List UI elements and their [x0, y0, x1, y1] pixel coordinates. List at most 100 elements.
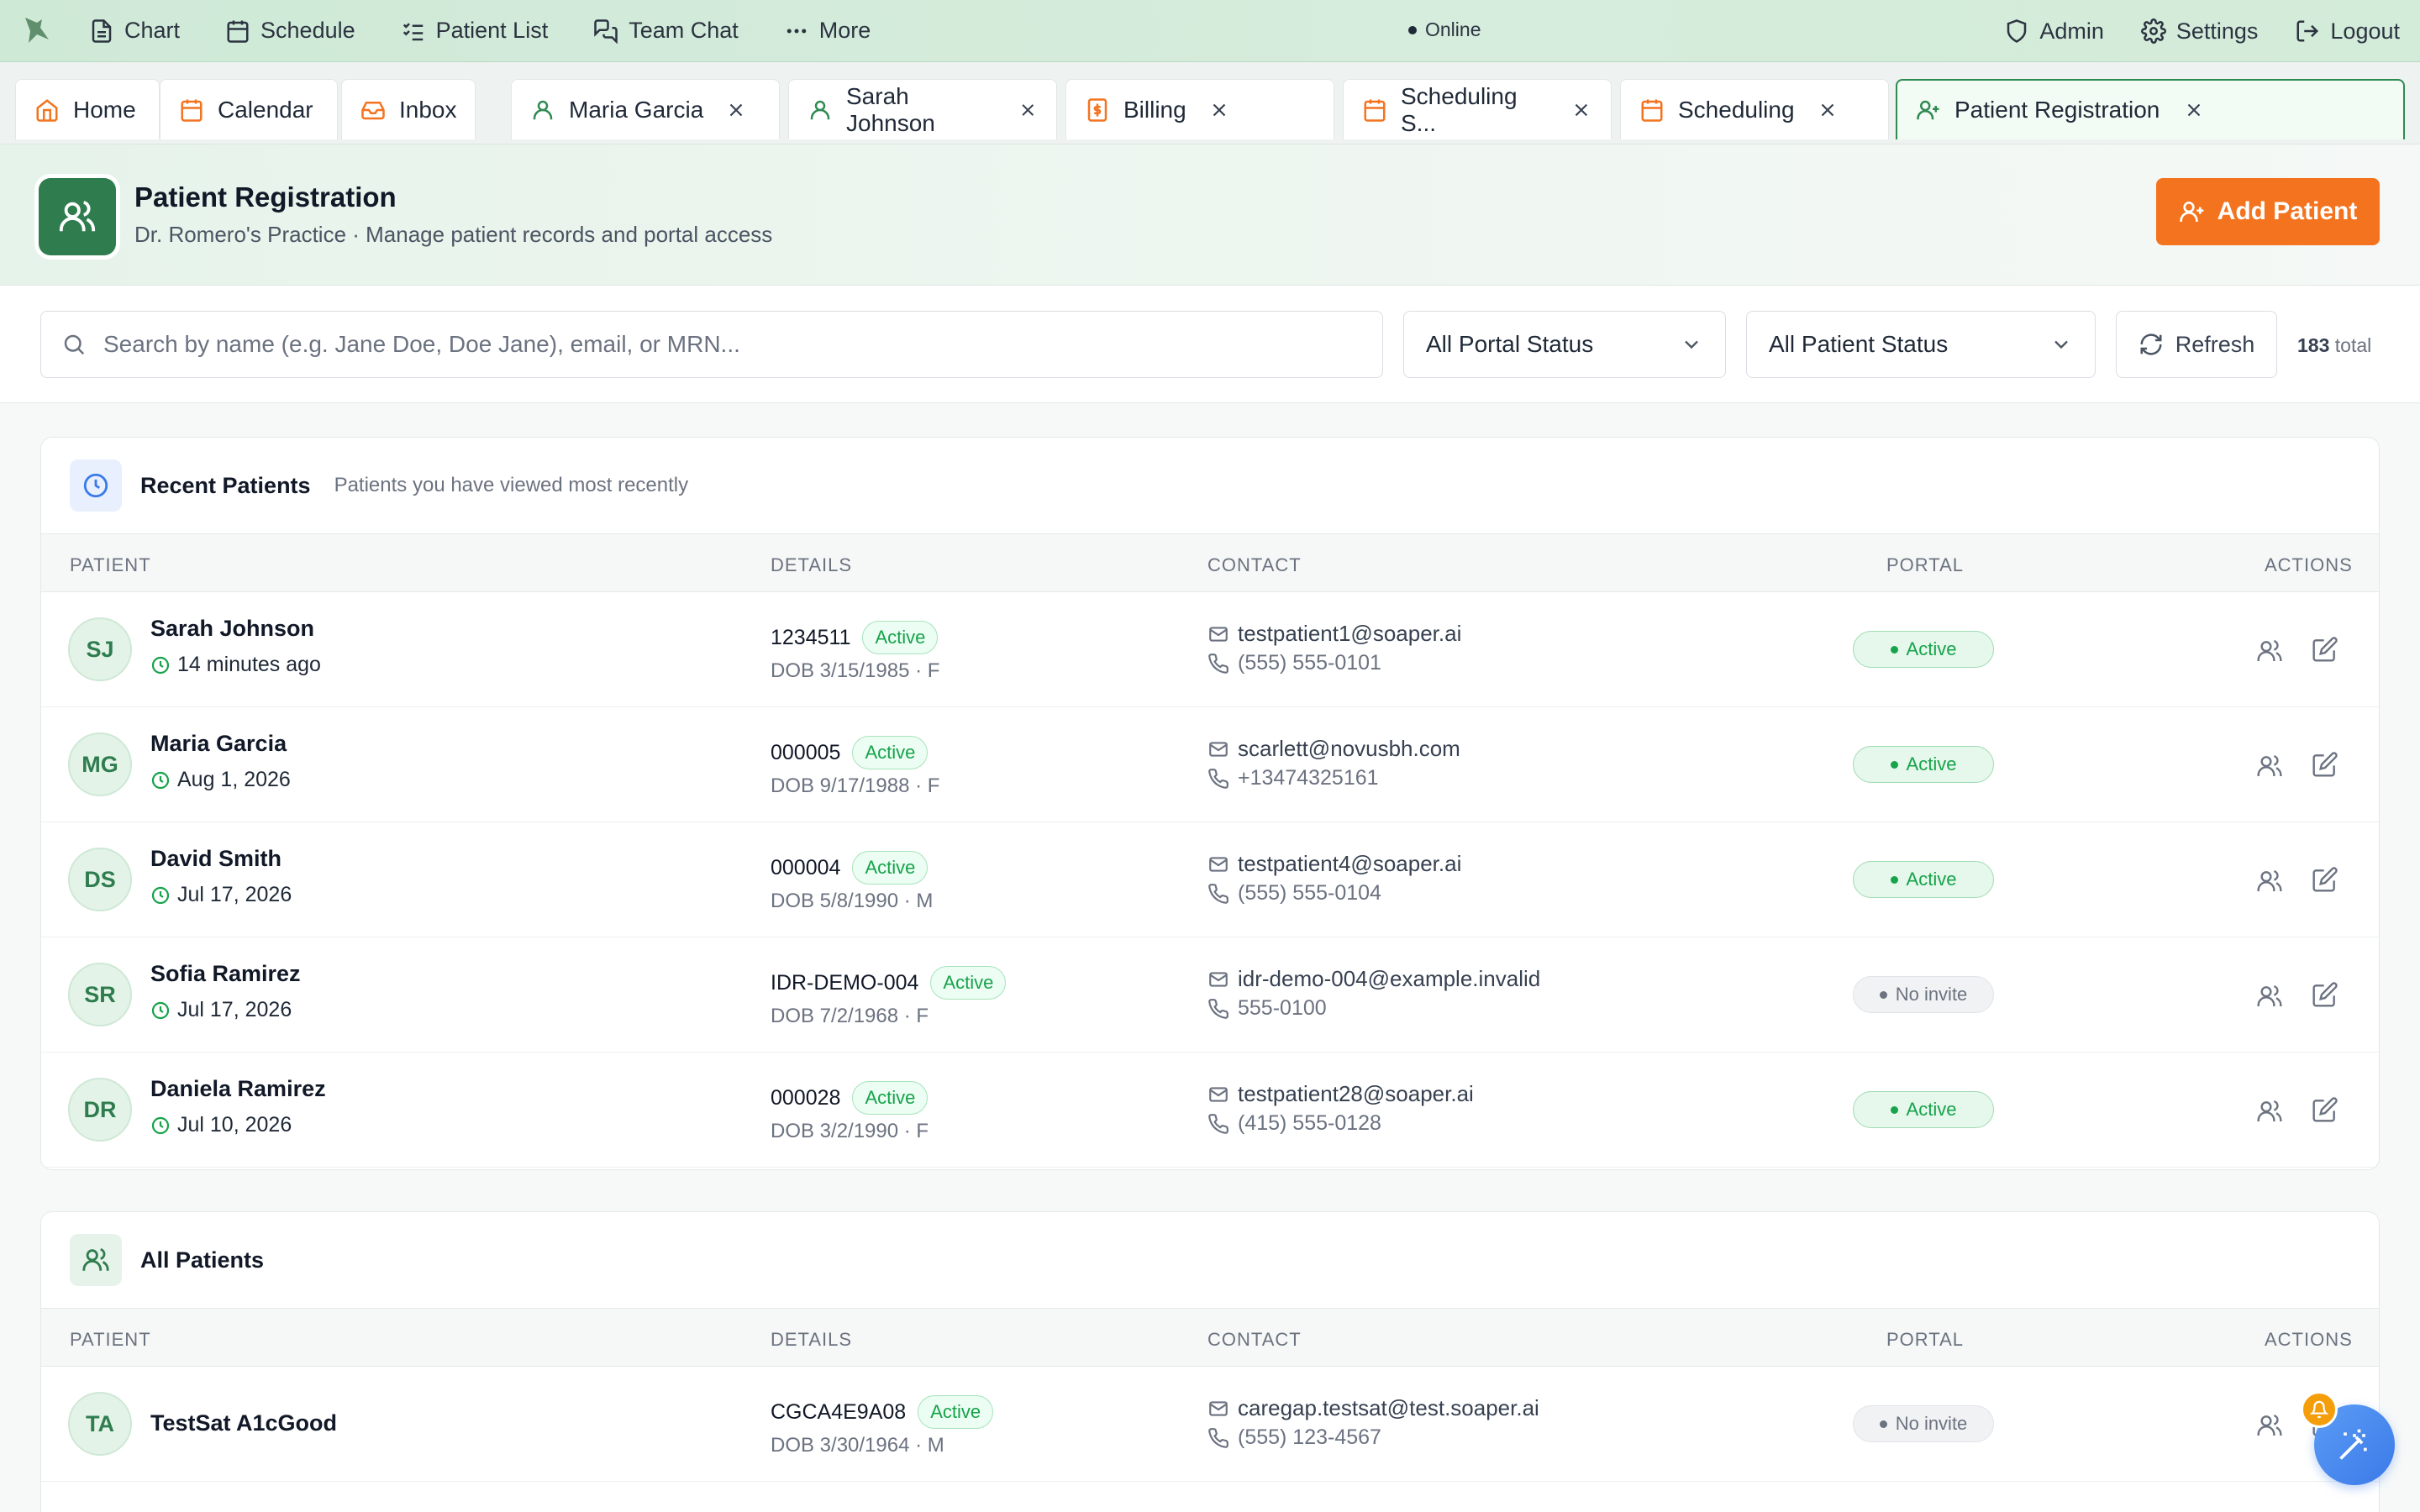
nav-settings[interactable]: Settings [2140, 18, 2258, 45]
mail-icon [1209, 971, 1228, 987]
col-portal: PORTAL [1886, 554, 1964, 575]
total-count-value: 183 [2297, 334, 2330, 356]
mrn-value: CGCA4E9A08 [771, 1399, 907, 1424]
close-icon[interactable] [725, 99, 747, 121]
tab-billing[interactable]: Billing [1065, 79, 1334, 139]
table-row[interactable]: SR Sofia Ramirez Jul 17, 2026 IDR-DEMO-0… [41, 937, 2379, 1053]
all-patients-title: All Patients [140, 1247, 265, 1273]
table-row[interactable]: DR Daniela Ramirez Jul 10, 2026 000028 A… [41, 1053, 2379, 1168]
edit-icon[interactable] [2312, 866, 2338, 893]
mail-icon [1209, 1400, 1228, 1416]
edit-icon[interactable] [2312, 981, 2338, 1008]
tab-scheduling-s[interactable]: Scheduling S... [1343, 79, 1612, 139]
nav-more[interactable]: More [784, 18, 871, 44]
patient-name[interactable]: David Smith [150, 846, 281, 872]
users-icon [70, 1234, 122, 1286]
close-icon[interactable] [1208, 99, 1230, 121]
tab-sarah-johnson[interactable]: Sarah Johnson [788, 79, 1057, 139]
col-details: DETAILS [771, 554, 853, 575]
email[interactable]: testpatient4@soaper.ai [1207, 851, 1461, 877]
email-text: testpatient4@soaper.ai [1238, 851, 1462, 876]
table-row[interactable]: SJ Sarah Johnson 14 minutes ago 1234511 … [41, 592, 2379, 707]
tab-inbox[interactable]: Inbox [341, 79, 476, 139]
add-patient-button[interactable]: Add Patient [2156, 178, 2380, 245]
refresh-button[interactable]: Refresh [2116, 311, 2277, 378]
patient-name[interactable]: TestSat A1cGood [150, 1410, 337, 1436]
nav-admin[interactable]: Admin [2004, 18, 2104, 45]
table-header: PATIENT DETAILS CONTACT PORTAL ACTIONS [41, 533, 2379, 592]
user-icon [533, 100, 553, 119]
edit-icon[interactable] [2312, 636, 2338, 663]
email[interactable]: testpatient1@soaper.ai [1207, 621, 1461, 647]
nav-logout[interactable]: Logout [2295, 18, 2400, 45]
edit-icon[interactable] [2312, 751, 2338, 778]
view-patient-icon[interactable] [2256, 753, 2283, 780]
tab-maria-garcia[interactable]: Maria Garcia [511, 79, 780, 139]
nav-chart-label: Chart [124, 18, 181, 43]
email[interactable]: idr-demo-004@example.invalid [1207, 966, 1540, 992]
total-count-label: total [2334, 334, 2372, 356]
tab-scheduling[interactable]: Scheduling [1620, 79, 1889, 139]
patient-status-value: All Patient Status [1769, 331, 1949, 357]
patient-name[interactable]: Daniela Ramirez [150, 1076, 326, 1102]
nav-team-chat[interactable]: Team Chat [593, 18, 739, 44]
portal-status-badge: No invite [1853, 1405, 1994, 1442]
view-patient-icon[interactable] [2256, 1098, 2283, 1125]
nav-schedule[interactable]: Schedule [225, 18, 355, 44]
recent-patients-card: Recent Patients Patients you have viewed… [40, 437, 2380, 1170]
clock-icon [70, 459, 122, 512]
app-logo-icon[interactable] [18, 13, 55, 50]
view-patient-icon[interactable] [2256, 638, 2283, 664]
patient-name[interactable]: Sofia Ramirez [150, 961, 301, 987]
phone[interactable]: (555) 123-4567 [1207, 1425, 1381, 1450]
mrn-value: 000004 [771, 855, 841, 879]
ellipsis-icon [786, 29, 807, 33]
phone[interactable]: 555-0100 [1207, 996, 1327, 1021]
table-row[interactable]: TA TestSat A1cGood CGCA4E9A08 Active DOB… [41, 1367, 2379, 1482]
recent-patients-list: SJ Sarah Johnson 14 minutes ago 1234511 … [41, 592, 2379, 1168]
tab-calendar[interactable]: Calendar [160, 79, 338, 139]
view-patient-icon[interactable] [2256, 1412, 2283, 1439]
close-icon[interactable] [1570, 99, 1592, 121]
email-text: scarlett@novusbh.com [1238, 736, 1460, 761]
nav-patient-list[interactable]: Patient List [401, 18, 548, 44]
portal-status-badge: Active [1853, 861, 1994, 898]
tab-bar: Home Calendar Inbox Maria Garcia Sarah J… [0, 62, 2420, 144]
phone[interactable]: (415) 555-0128 [1207, 1111, 1381, 1136]
phone[interactable]: +13474325161 [1207, 766, 1379, 790]
phone[interactable]: (555) 555-0104 [1207, 881, 1381, 906]
email[interactable]: scarlett@novusbh.com [1207, 736, 1460, 762]
email[interactable]: caregap.testsat@test.soaper.ai [1207, 1395, 1539, 1421]
page-title: Patient Registration [134, 181, 397, 213]
nav-chart[interactable]: Chart [89, 18, 180, 44]
status-badge: Active [852, 1081, 929, 1115]
patient-name[interactable]: Sarah Johnson [150, 616, 314, 642]
phone[interactable]: (555) 555-0101 [1207, 651, 1381, 675]
tab-patient-registration[interactable]: Patient Registration [1896, 79, 2405, 139]
col-actions: ACTIONS [2265, 554, 2353, 575]
patient-status-select[interactable]: All Patient Status [1746, 311, 2096, 378]
close-icon[interactable] [2183, 99, 2205, 121]
search-input[interactable] [103, 331, 1362, 358]
connection-status-label: Online [1425, 18, 1481, 40]
table-row[interactable]: MG Maria Garcia Aug 1, 2026 000005 Activ… [41, 707, 2379, 822]
refresh-label: Refresh [2175, 331, 2255, 357]
table-row[interactable]: DS David Smith Jul 17, 2026 000004 Activ… [41, 822, 2379, 937]
phone-icon [1208, 653, 1228, 674]
page-header: Patient Registration Dr. Romero's Practi… [0, 144, 2420, 286]
close-icon[interactable] [1817, 99, 1839, 121]
last-viewed: Jul 17, 2026 [150, 883, 292, 907]
view-patient-icon[interactable] [2256, 983, 2283, 1010]
view-patient-icon[interactable] [2256, 868, 2283, 895]
close-icon[interactable] [1018, 99, 1039, 121]
phone-icon [1208, 998, 1228, 1019]
chevron-down-icon [2054, 340, 2068, 349]
col-actions: ACTIONS [2265, 1329, 2353, 1350]
portal-status-select[interactable]: All Portal Status [1403, 311, 1726, 378]
notification-bell-icon[interactable] [2301, 1391, 2338, 1428]
email[interactable]: testpatient28@soaper.ai [1207, 1081, 1474, 1107]
all-patients-header: All Patients [41, 1212, 2379, 1308]
edit-icon[interactable] [2312, 1096, 2338, 1123]
tab-home[interactable]: Home [15, 79, 160, 139]
patient-name[interactable]: Maria Garcia [150, 731, 287, 757]
